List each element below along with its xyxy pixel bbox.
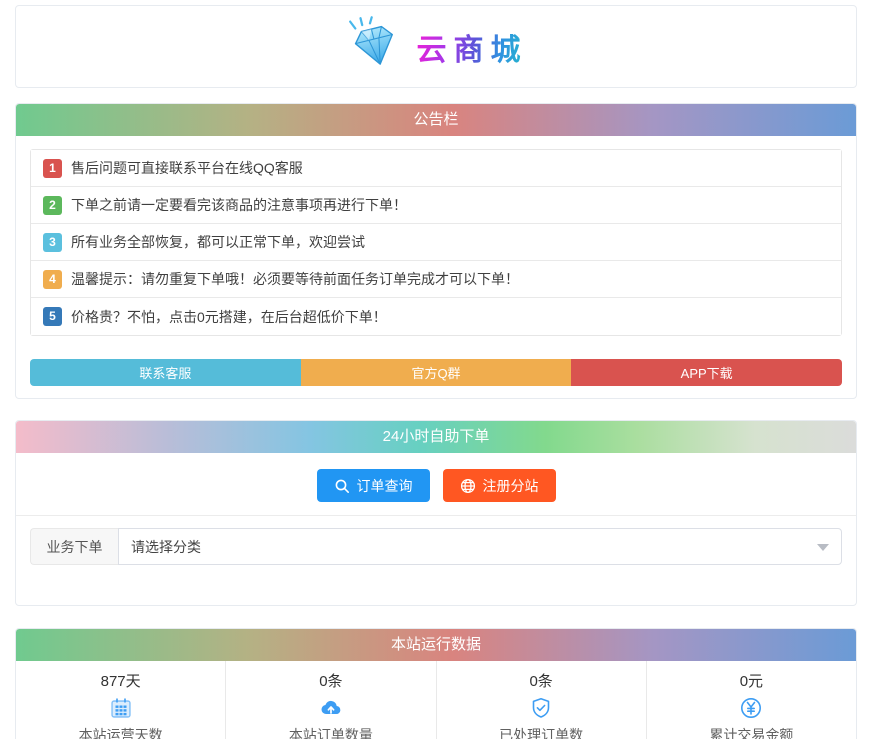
category-select-value: 请选择分类 (131, 538, 201, 555)
announcement-text: 价格贵？不怕，点击0元搭建，在后台超低价下单！ (71, 308, 387, 325)
stat-label: 本站订单数量 (288, 727, 373, 739)
announcement-number-badge: 4 (43, 269, 62, 289)
self-order-header: 24小时自助下单 (16, 421, 856, 453)
official-qq-group-button[interactable]: 官方Q群 (300, 359, 572, 386)
category-select[interactable]: 请选择分类 (118, 528, 842, 565)
globe-icon (460, 478, 476, 494)
diamond-logo-icon (345, 16, 407, 77)
order-query-label: 订单查询 (356, 477, 413, 494)
stat-label: 累计交易金额 (709, 727, 794, 739)
chevron-down-icon (817, 543, 829, 551)
announcement-number-badge: 5 (43, 307, 62, 326)
announcement-text: 温馨提示：请勿重复下单哦！必须要等待前面任务订单完成才可以下单！ (71, 271, 519, 287)
announcement-button-bar: 联系客服 官方Q群 APP下载 (30, 359, 842, 386)
order-actions: 订单查询 注册分站 (16, 453, 856, 515)
stat-value: 0条 (529, 673, 553, 690)
stat-total-amount: 0元 累计交易金额 (645, 661, 856, 739)
business-order-label: 业务下单 (30, 528, 118, 565)
stat-label: 本站运营天数 (78, 727, 163, 739)
announcement-header: 公告栏 (16, 104, 856, 136)
register-substation-label: 注册分站 (482, 477, 539, 494)
announcement-section: 公告栏 1 售后问题可直接联系平台在线QQ客服 2 下单之前请一定要看完该商品的… (15, 103, 857, 399)
announcement-number-badge: 1 (43, 158, 62, 178)
stats-header: 本站运行数据 (16, 629, 856, 661)
stat-order-count: 0条 本站订单数量 (225, 661, 435, 739)
self-order-section: 24小时自助下单 订单查询 注册分站 业务下单 请选择分类 (15, 420, 857, 606)
stat-value: 0元 (739, 673, 764, 690)
business-order-row: 业务下单 请选择分类 (30, 528, 842, 565)
site-logo: 云商城 (345, 16, 528, 77)
yen-circle-icon (739, 696, 763, 720)
stat-run-days: 877天 本站运营天数 (16, 661, 225, 739)
calendar-icon (109, 696, 133, 720)
stat-label: 已处理订单数 (499, 727, 584, 739)
order-query-button[interactable]: 订单查询 (316, 469, 430, 502)
announcement-item: 1 售后问题可直接联系平台在线QQ客服 (31, 150, 841, 187)
announcement-item: 5 价格贵？不怕，点击0元搭建，在后台超低价下单！ (31, 298, 841, 335)
app-download-button[interactable]: APP下载 (571, 359, 842, 386)
site-stats-section: 本站运行数据 877天 本站运营天数 0条 本站订单数量 0条 已处理订单数 0… (15, 628, 857, 739)
announcement-text: 所有业务全部恢复，都可以正常下单，欢迎尝试 (71, 234, 365, 250)
divider (16, 515, 856, 516)
stat-value: 0条 (319, 673, 343, 690)
register-substation-button[interactable]: 注册分站 (442, 469, 556, 502)
page: 云商城 公告栏 1 售后问题可直接联系平台在线QQ客服 2 下单之前请一定要看完… (15, 0, 857, 739)
stat-value: 877天 (100, 673, 141, 690)
shield-check-icon (529, 696, 553, 720)
announcement-number-badge: 2 (43, 195, 62, 215)
announcement-number-badge: 3 (43, 232, 62, 252)
contact-service-button[interactable]: 联系客服 (30, 359, 301, 386)
announcement-text: 售后问题可直接联系平台在线QQ客服 (71, 160, 303, 176)
announcement-list: 1 售后问题可直接联系平台在线QQ客服 2 下单之前请一定要看完该商品的注意事项… (30, 149, 842, 336)
announcement-text: 下单之前请一定要看完该商品的注意事项再进行下单！ (71, 197, 407, 213)
cloud-upload-icon (319, 696, 343, 720)
announcement-body: 1 售后问题可直接联系平台在线QQ客服 2 下单之前请一定要看完该商品的注意事项… (16, 136, 856, 398)
site-header: 云商城 (15, 5, 857, 88)
stats-row: 877天 本站运营天数 0条 本站订单数量 0条 已处理订单数 0元 累计交易金… (16, 661, 856, 739)
stat-processed-orders: 0条 已处理订单数 (435, 661, 646, 739)
announcement-item: 4 温馨提示：请勿重复下单哦！必须要等待前面任务订单完成才可以下单！ (31, 261, 841, 298)
site-title: 云商城 (417, 25, 528, 69)
announcement-item: 3 所有业务全部恢复，都可以正常下单，欢迎尝试 (31, 224, 841, 261)
search-icon (334, 478, 350, 494)
announcement-item: 2 下单之前请一定要看完该商品的注意事项再进行下单！ (31, 187, 841, 224)
